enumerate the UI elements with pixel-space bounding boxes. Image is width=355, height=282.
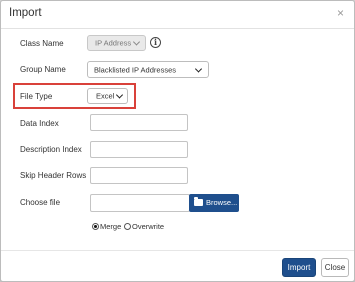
browse-label: Browse...: [206, 198, 238, 207]
merge-radio[interactable]: [92, 223, 99, 230]
data-index-input[interactable]: [90, 114, 188, 131]
merge-label: Merge: [100, 222, 122, 231]
file-type-value: Excel: [96, 91, 115, 101]
file-type-label: File Type: [20, 92, 53, 101]
class-name-select: IP Address: [87, 35, 146, 51]
info-icon[interactable]: i: [150, 37, 161, 48]
description-index-input[interactable]: [90, 141, 188, 158]
choose-file-label: Choose file: [20, 198, 61, 207]
file-type-select[interactable]: Excel: [87, 88, 128, 104]
dialog-header: Import ×: [1, 1, 354, 29]
close-button[interactable]: Close: [321, 258, 349, 277]
class-name-label: Class Name: [20, 39, 64, 48]
group-name-select[interactable]: Blacklisted IP Addresses: [87, 61, 209, 78]
class-name-value: IP Address: [95, 38, 132, 48]
group-name-label: Group Name: [20, 65, 66, 74]
skip-header-rows-label: Skip Header Rows: [20, 171, 87, 180]
import-button[interactable]: Import: [282, 258, 316, 277]
chevron-down-icon: [194, 64, 203, 73]
folder-open-icon: [194, 197, 203, 206]
chevron-down-icon: [115, 91, 124, 99]
data-index-label: Data Index: [20, 119, 59, 128]
chevron-down-icon: [132, 38, 141, 46]
import-dialog: Import × Class Name IP Address i Group N…: [0, 0, 355, 282]
overwrite-label: Overwrite: [132, 222, 165, 231]
browse-button[interactable]: Browse...: [189, 194, 239, 212]
dialog-title: Import: [9, 7, 42, 19]
footer-divider: [1, 250, 354, 251]
description-index-label: Description Index: [20, 145, 82, 154]
overwrite-radio[interactable]: [124, 223, 131, 230]
close-icon[interactable]: ×: [337, 6, 344, 20]
skip-header-rows-input[interactable]: [90, 167, 188, 184]
file-path-input[interactable]: [90, 194, 190, 212]
group-name-value: Blacklisted IP Addresses: [94, 65, 176, 74]
